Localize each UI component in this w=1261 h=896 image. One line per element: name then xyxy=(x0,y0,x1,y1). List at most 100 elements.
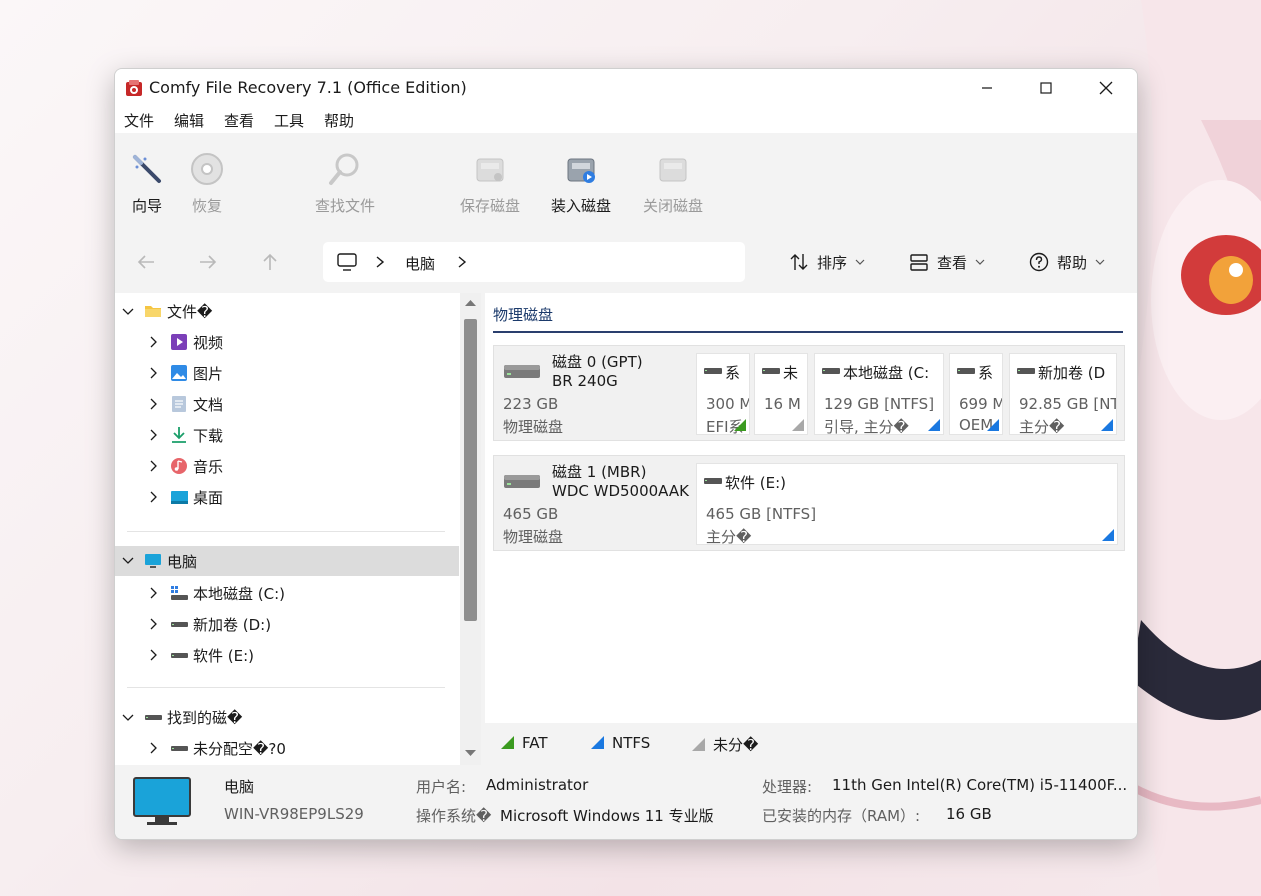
tree-item-folders-root[interactable]: 文件� xyxy=(115,297,459,325)
partition-card[interactable]: 新加卷 (D 92.85 GB [NT 主分� xyxy=(1009,353,1117,435)
disk-card[interactable]: 磁盘 1 (MBR) WDC WD5000AAK 465 GB 物理磁盘 软件 … xyxy=(493,455,1125,551)
partition-size: 16 M xyxy=(764,395,801,413)
chevron-right-icon[interactable] xyxy=(457,256,467,268)
picture-icon xyxy=(171,365,187,381)
partition-info: 主分� xyxy=(1019,418,1065,435)
navigation-bar: 电脑 排序 查看 帮助 xyxy=(115,231,1137,293)
chevron-right-icon[interactable] xyxy=(147,428,161,442)
tree-item-downloads[interactable]: 下载 xyxy=(115,421,459,449)
address-bar[interactable]: 电脑 xyxy=(323,242,745,282)
save-disk-label: 保存磁盘 xyxy=(459,197,520,215)
partition-name: 本地磁盘 (C: xyxy=(843,364,930,382)
chevron-right-icon[interactable] xyxy=(147,335,161,349)
close-disk-button[interactable]: 关闭磁盘 xyxy=(633,151,713,216)
ntfs-corner-marker xyxy=(987,419,999,431)
menu-file[interactable]: 文件 xyxy=(124,110,154,131)
hard-disk-icon xyxy=(504,475,540,488)
disk-kind: 物理磁盘 xyxy=(503,418,564,436)
view-layout-icon xyxy=(910,254,928,271)
video-icon xyxy=(171,334,187,350)
tree-item-pictures[interactable]: 图片 xyxy=(115,359,459,387)
maximize-button[interactable] xyxy=(1016,69,1076,107)
chevron-right-icon[interactable] xyxy=(147,741,161,755)
partition-card[interactable]: 未 16 M xyxy=(754,353,808,435)
tree-label: 文档 xyxy=(193,396,224,414)
maximize-icon xyxy=(1040,82,1052,94)
scroll-up-icon[interactable] xyxy=(465,299,476,307)
tree-label: 本地磁盘 (C:) xyxy=(193,585,285,603)
partition-card[interactable]: 软件 (E:) 465 GB [NTFS] 主分� xyxy=(696,463,1118,545)
menu-edit[interactable]: 编辑 xyxy=(174,110,204,131)
chevron-down-icon xyxy=(855,259,865,265)
scroll-thumb[interactable] xyxy=(464,319,477,621)
chevron-right-icon[interactable] xyxy=(147,490,161,504)
chevron-right-icon[interactable] xyxy=(147,617,161,631)
partition-size: 129 GB [NTFS] xyxy=(824,395,935,413)
view-button[interactable]: 查看 xyxy=(909,249,985,275)
toolbar: 向导 恢复 查找文件 保存磁盘 装入磁盘 关闭磁盘 xyxy=(115,133,1137,231)
chevron-right-icon[interactable] xyxy=(147,586,161,600)
find-files-button[interactable]: 查找文件 xyxy=(305,151,385,216)
disk-name: 磁盘 0 (GPT) xyxy=(552,353,643,371)
menu-help[interactable]: 帮助 xyxy=(324,110,354,131)
tree-item-documents[interactable]: 文档 xyxy=(115,390,459,418)
partition-name: 系 xyxy=(978,364,994,382)
recover-button[interactable]: 恢复 xyxy=(167,151,247,216)
disk-card[interactable]: 磁盘 0 (GPT) BR 240G 223 GB 物理磁盘 系 300 M E… xyxy=(493,345,1125,441)
music-icon xyxy=(171,458,187,474)
tree-item-desktop[interactable]: 桌面 xyxy=(115,483,459,511)
ntfs-marker-icon xyxy=(591,736,604,749)
chevron-down-icon[interactable] xyxy=(121,554,135,568)
up-button[interactable] xyxy=(257,249,283,275)
help-circle-icon xyxy=(1029,252,1049,272)
tree-item-videos[interactable]: 视频 xyxy=(115,328,459,356)
close-icon xyxy=(1099,81,1113,95)
breadcrumb-computer[interactable]: 电脑 xyxy=(405,253,435,274)
tree-label: 电脑 xyxy=(167,553,198,571)
mount-disk-button[interactable]: 装入磁盘 xyxy=(541,151,621,216)
disk-model: BR 240G xyxy=(552,372,618,390)
partition-card[interactable]: 系 300 M EFI系 xyxy=(696,353,750,435)
minimize-icon xyxy=(982,87,992,89)
arrow-right-icon xyxy=(200,255,217,269)
forward-button[interactable] xyxy=(195,249,221,275)
partition-size: 300 M xyxy=(706,395,750,413)
partition-size: 465 GB [NTFS] xyxy=(706,505,817,523)
chevron-right-icon[interactable] xyxy=(147,366,161,380)
tree-item-found-disks[interactable]: 找到的磁� xyxy=(115,703,459,731)
fat-corner-marker xyxy=(734,419,746,431)
menu-view[interactable]: 查看 xyxy=(224,110,254,131)
menu-tools[interactable]: 工具 xyxy=(274,110,304,131)
sort-button[interactable]: 排序 xyxy=(789,249,865,275)
partition-name: 新加卷 (D xyxy=(1038,364,1106,382)
monitor-icon xyxy=(337,253,357,271)
status-ram-value: 16 GB xyxy=(946,805,992,823)
legend-fat: FAT xyxy=(501,734,548,752)
status-hostname: WIN-VR98EP9LS29 xyxy=(224,805,364,823)
scroll-down-icon[interactable] xyxy=(465,749,476,757)
back-button[interactable] xyxy=(133,249,159,275)
chevron-right-icon[interactable] xyxy=(147,459,161,473)
close-window-button[interactable] xyxy=(1076,69,1136,107)
tree-separator xyxy=(127,531,445,532)
tree-item-computer[interactable]: 电脑 xyxy=(115,546,459,576)
tree-item-music[interactable]: 音乐 xyxy=(115,452,459,480)
chevron-down-icon[interactable] xyxy=(121,711,135,725)
document-icon xyxy=(172,396,186,412)
tree-item-unallocated[interactable]: 未分配空�?0 xyxy=(115,734,459,762)
help-button[interactable]: 帮助 xyxy=(1029,249,1105,275)
tree-item-drive-c[interactable]: 本地磁盘 (C:) xyxy=(115,579,459,607)
arrow-left-icon xyxy=(137,255,154,269)
tree-item-drive-d[interactable]: 新加卷 (D:) xyxy=(115,610,459,638)
chevron-right-icon[interactable] xyxy=(147,648,161,662)
partition-card[interactable]: 本地磁盘 (C: 129 GB [NTFS] 引导, 主分� xyxy=(814,353,944,435)
menu-bar: 文件 编辑 查看 工具 帮助 xyxy=(115,107,1137,133)
save-disk-button[interactable]: 保存磁盘 xyxy=(450,151,530,216)
partition-card[interactable]: 系 699 M OEM xyxy=(949,353,1003,435)
tree-scrollbar[interactable] xyxy=(460,293,481,765)
drive-icon xyxy=(171,746,188,751)
minimize-button[interactable] xyxy=(957,69,1017,107)
chevron-down-icon[interactable] xyxy=(121,305,135,319)
chevron-right-icon[interactable] xyxy=(147,397,161,411)
tree-item-drive-e[interactable]: 软件 (E:) xyxy=(115,641,459,669)
